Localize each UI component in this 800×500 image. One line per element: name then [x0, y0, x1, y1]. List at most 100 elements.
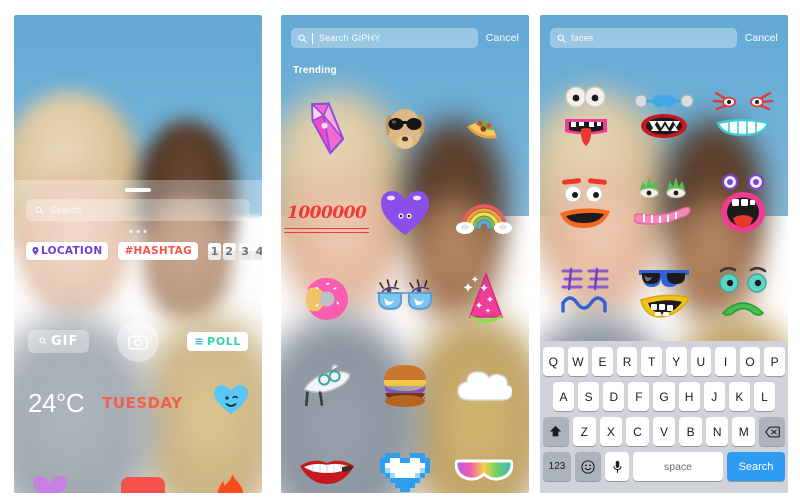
key-s[interactable]: S [578, 382, 600, 411]
winking-heart-sticker[interactable] [214, 385, 248, 421]
backspace-icon [764, 426, 780, 437]
keyboard-row-1: Q W E R T Y U I O P [543, 347, 785, 376]
dictation-key[interactable] [605, 452, 629, 481]
taco-sticker[interactable] [445, 89, 523, 165]
purple-heart-sticker[interactable] [32, 476, 68, 493]
dog-sunglasses-sticker[interactable] [366, 89, 444, 165]
lips-teeth-sticker[interactable] [287, 433, 366, 493]
numbers-key[interactable]: 123 [543, 452, 571, 481]
key-a[interactable]: A [553, 382, 575, 411]
emoji-key[interactable] [575, 452, 601, 481]
key-c[interactable]: C [626, 417, 649, 446]
key-m[interactable]: M [732, 417, 756, 446]
space-key[interactable]: space [633, 452, 723, 481]
purple-heart-eyes-sticker[interactable] [366, 175, 444, 251]
barbell-eyes-fang-face-sticker[interactable] [625, 77, 704, 155]
red-tile-sticker[interactable] [121, 477, 165, 493]
key-i[interactable]: I [715, 347, 736, 376]
story-editor-panel: Search LOCATION #HASHTAG 1 2 3 4 GIF ≡ P… [14, 15, 262, 493]
key-x[interactable]: X [599, 417, 623, 446]
key-l[interactable]: L [753, 382, 775, 411]
crystal-gem-sticker[interactable] [287, 89, 366, 165]
one-million-label: 1000000 [283, 203, 370, 229]
key-e[interactable]: E [592, 347, 613, 376]
search-placeholder: Search [50, 204, 82, 216]
search-input[interactable]: Search GIPHY [291, 28, 478, 48]
key-r[interactable]: R [616, 347, 638, 376]
poll-sticker-label: POLL [207, 334, 241, 348]
search-key[interactable]: Search [727, 452, 785, 481]
red-brow-orange-smile-face-sticker[interactable] [546, 165, 625, 243]
burger-sticker[interactable] [366, 347, 444, 423]
angry-eyes-teeth-face-sticker[interactable] [703, 77, 782, 155]
rainbow-clouds-sticker[interactable] [445, 175, 523, 251]
key-w[interactable]: W [567, 347, 589, 376]
key-d[interactable]: D [603, 382, 625, 411]
camera-icon [128, 333, 149, 349]
search-placeholder: Search GIPHY [319, 33, 381, 43]
time-sticker[interactable]: 1 2 3 4 [208, 242, 262, 260]
drag-handle[interactable] [125, 188, 151, 192]
search-input[interactable]: faces [550, 28, 737, 48]
key-n[interactable]: N [705, 417, 729, 446]
location-pin-icon [32, 247, 39, 255]
camera-sticker-button[interactable] [117, 320, 160, 362]
sticker-grid: 1000000 [281, 85, 529, 493]
sticker-row-actions: GIF ≡ POLL [14, 320, 262, 362]
key-y[interactable]: Y [666, 347, 687, 376]
key-p[interactable]: P [764, 347, 785, 376]
hashtag-sticker[interactable]: #HASHTAG [118, 242, 199, 260]
sunglasses-gold-grin-face-sticker[interactable] [625, 253, 704, 331]
flame-sticker[interactable] [218, 474, 244, 493]
key-g[interactable]: G [653, 382, 675, 411]
gif-sticker-button[interactable]: GIF [28, 329, 90, 353]
time-digit: 4 [253, 242, 262, 260]
white-dog-sticker[interactable] [287, 347, 366, 423]
one-million-text-sticker[interactable]: 1000000 [283, 175, 370, 251]
purple-eyes-open-mouth-face-sticker[interactable] [703, 165, 782, 243]
green-spiky-eyes-grin-face-sticker[interactable] [625, 165, 704, 243]
key-h[interactable]: H [678, 382, 700, 411]
backspace-key[interactable] [759, 417, 786, 446]
microphone-icon [612, 460, 622, 473]
location-sticker[interactable]: LOCATION [26, 242, 109, 260]
key-k[interactable]: K [728, 382, 750, 411]
key-b[interactable]: B [679, 417, 702, 446]
key-z[interactable]: Z [572, 417, 596, 446]
temperature-sticker[interactable]: 24°C [28, 388, 85, 419]
sleepy-eyes-wavy-frown-face-sticker[interactable] [546, 253, 625, 331]
cloud-sticker[interactable] [445, 347, 523, 423]
key-f[interactable]: F [628, 382, 650, 411]
gif-sticker-label: GIF [51, 333, 79, 349]
weekday-sticker[interactable]: TUESDAY [102, 394, 182, 412]
cancel-button[interactable]: Cancel [745, 32, 778, 44]
key-v[interactable]: V [652, 417, 676, 446]
sticker-grid [540, 73, 788, 335]
cancel-button[interactable]: Cancel [486, 32, 519, 44]
poll-sticker-button[interactable]: ≡ POLL [187, 331, 248, 351]
search-input[interactable]: Search [26, 199, 250, 221]
pixel-heart-sticker[interactable] [366, 433, 444, 493]
sticker-row-top: LOCATION #HASHTAG 1 2 3 4 [14, 242, 262, 260]
party-hat-sticker[interactable] [445, 261, 523, 337]
googly-eyes-tongue-face-sticker[interactable] [546, 77, 625, 155]
smiley-icon [581, 459, 595, 474]
screenshot-stage: Search LOCATION #HASHTAG 1 2 3 4 GIF ≡ P… [0, 0, 800, 500]
shift-arrow-icon [550, 425, 562, 437]
hashtag-sticker-label: #HASHTAG [124, 245, 193, 257]
key-q[interactable]: Q [543, 347, 564, 376]
donut-sticker[interactable] [287, 261, 366, 337]
key-o[interactable]: O [739, 347, 761, 376]
keyboard-row-4: 123 space Search [543, 452, 785, 481]
key-t[interactable]: T [641, 347, 662, 376]
keyboard-row-2: A S D F G H J K L [543, 382, 785, 411]
key-u[interactable]: U [690, 347, 712, 376]
keyboard-row-3: Z X C V B N M [542, 417, 786, 446]
teal-eyes-green-frown-face-sticker[interactable] [703, 253, 782, 331]
rainbow-visor-sticker[interactable] [445, 433, 523, 493]
key-j[interactable]: J [703, 382, 725, 411]
eyelash-sunglasses-sticker[interactable] [366, 261, 444, 337]
section-title: Trending [293, 65, 337, 76]
search-icon [39, 337, 47, 345]
shift-key[interactable] [542, 417, 569, 446]
